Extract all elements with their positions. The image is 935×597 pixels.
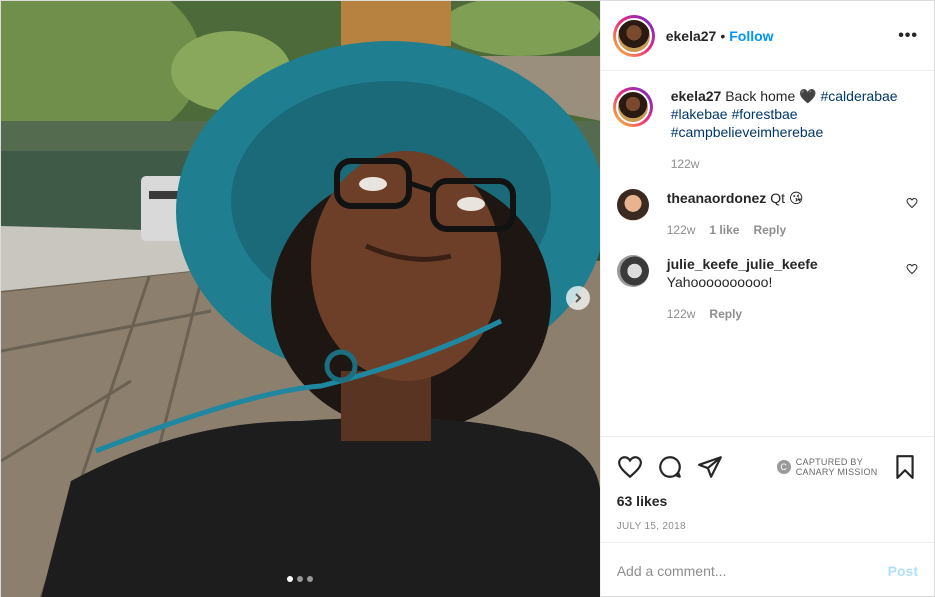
post-modal: ekela27 • Follow ••• ekela27 Back home 🖤… <box>0 0 935 597</box>
author-avatar[interactable] <box>612 14 655 57</box>
hashtag-link[interactable]: #calderabae <box>820 88 897 104</box>
share-paper-plane-icon[interactable] <box>697 454 723 480</box>
separator-dot: • <box>720 27 726 44</box>
caption-body: ekela27 Back home 🖤 #calderabae #lakebae… <box>671 87 918 173</box>
comment-likes[interactable]: 1 like <box>709 221 739 239</box>
comment-age[interactable]: 122w <box>667 305 696 323</box>
author-username[interactable]: ekela27 <box>666 28 717 44</box>
captured-by-watermark: C CAPTURED BY CANARY MISSION <box>776 457 878 477</box>
action-icons-row: C CAPTURED BY CANARY MISSION <box>617 447 918 487</box>
commenter-avatar[interactable] <box>616 255 649 287</box>
carousel-dot <box>307 576 313 582</box>
commenter-username[interactable]: julie_keefe_julie_keefe <box>667 256 818 272</box>
comment-item: julie_keefe_julie_keefe Yahoooooooooo! 1… <box>616 255 918 323</box>
comment-meta: 122w 1 like Reply <box>667 221 898 239</box>
add-comment-input[interactable] <box>616 562 888 579</box>
likes-count[interactable]: 63 likes <box>617 493 918 509</box>
post-photo[interactable] <box>1 1 600 597</box>
comment-text: Qt <box>770 190 785 206</box>
like-comment-heart-icon[interactable] <box>906 197 918 209</box>
comment-body: theanaordonez Qt 😘 122w 1 like Reply <box>667 189 898 239</box>
comment-age[interactable]: 122w <box>667 221 696 239</box>
captured-line1: CAPTURED BY <box>795 457 864 467</box>
commenter-username[interactable]: theanaordonez <box>667 190 767 206</box>
bookmark-icon[interactable] <box>892 454 918 480</box>
canary-mission-logo-icon: C <box>776 460 791 474</box>
caption-item: ekela27 Back home 🖤 #calderabae #lakebae… <box>612 87 918 173</box>
carousel-indicator <box>287 576 313 582</box>
comment-meta: 122w Reply <box>667 305 898 323</box>
comment-bubble-icon[interactable] <box>657 454 683 480</box>
comment-composer: Post <box>600 542 934 597</box>
reply-button[interactable]: Reply <box>709 305 742 323</box>
post-date[interactable]: JULY 15, 2018 <box>617 521 918 532</box>
comments-list: ekela27 Back home 🖤 #calderabae #lakebae… <box>601 71 934 436</box>
post-header: ekela27 • Follow ••• <box>600 1 934 71</box>
post-actions: C CAPTURED BY CANARY MISSION 63 likes JU… <box>600 436 934 542</box>
comment-body: julie_keefe_julie_keefe Yahoooooooooo! 1… <box>667 255 898 323</box>
next-photo-button[interactable] <box>566 286 590 310</box>
captured-line2: CANARY MISSION <box>795 467 878 477</box>
kiss-emoji: 😘 <box>788 190 804 206</box>
hashtag-link[interactable]: #lakebae <box>671 106 728 122</box>
selfie-image <box>1 1 600 597</box>
post-comment-button[interactable]: Post <box>888 563 918 579</box>
carousel-dot <box>287 576 293 582</box>
post-sidebar: ekela27 • Follow ••• ekela27 Back home 🖤… <box>599 1 934 597</box>
comment-text: Yahoooooooooo! <box>666 274 773 290</box>
caption-age[interactable]: 122w <box>671 155 700 173</box>
hashtag-link[interactable]: #campbelieveimherebae <box>671 124 824 140</box>
comment-item: theanaordonez Qt 😘 122w 1 like Reply <box>616 189 918 239</box>
hashtag-link[interactable]: #forestbae <box>731 106 797 122</box>
like-comment-heart-icon[interactable] <box>906 263 918 275</box>
follow-button[interactable]: Follow <box>729 28 773 44</box>
commenter-avatar[interactable] <box>616 189 649 221</box>
caption-avatar[interactable] <box>612 87 653 127</box>
carousel-dot <box>297 576 303 582</box>
more-options-icon[interactable]: ••• <box>898 27 918 45</box>
chevron-right-icon <box>575 293 582 303</box>
like-heart-icon[interactable] <box>617 454 643 480</box>
black-heart-emoji: 🖤 <box>799 88 817 104</box>
caption-text: Back home <box>725 88 796 104</box>
caption-username[interactable]: ekela27 <box>671 88 722 104</box>
reply-button[interactable]: Reply <box>753 221 786 239</box>
caption-meta: 122w <box>671 155 918 173</box>
